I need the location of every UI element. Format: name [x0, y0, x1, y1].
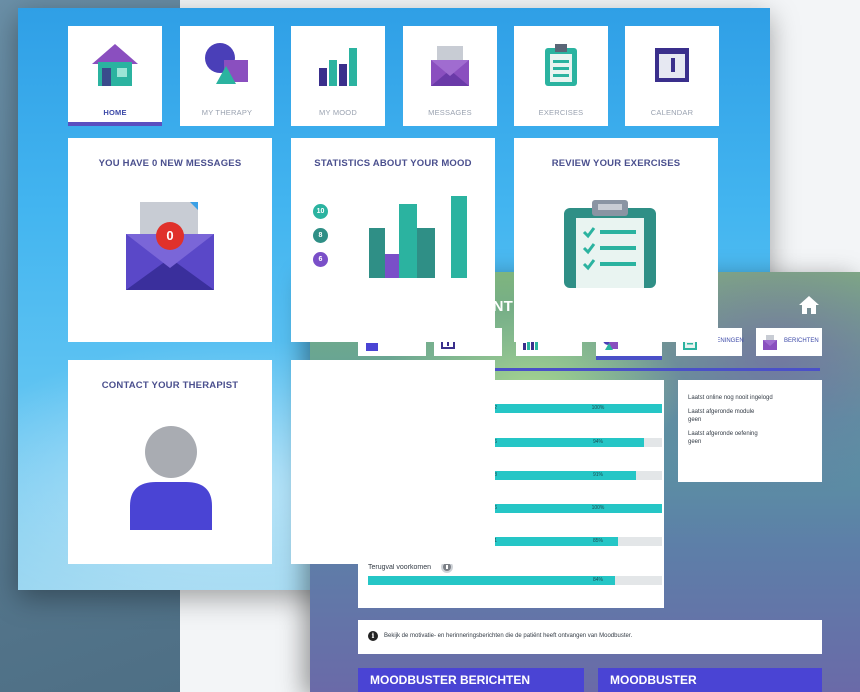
last-exercise-value: geen [688, 439, 702, 445]
hidden-card[interactable] [291, 360, 495, 564]
nav-my-mood[interactable]: MY MOOD [291, 26, 385, 126]
last-online-text: Laatst online nog nooit ingelogd [688, 395, 773, 401]
messages-card-title: YOU HAVE 0 NEW MESSAGES [98, 158, 242, 169]
info-strip: i Bekijk de motivatie- en herinneringsbe… [358, 620, 822, 654]
tab-berichten-label: BERICHTEN [784, 338, 819, 344]
home-icon[interactable] [798, 295, 820, 315]
nav-home[interactable]: HOME [68, 26, 162, 126]
info-icon: i [368, 631, 378, 641]
mood-bar [369, 228, 385, 278]
person-icon [130, 426, 212, 530]
exercises-card[interactable]: REVIEW YOUR EXERCISES [514, 138, 718, 342]
messages-card[interactable]: YOU HAVE 0 NEW MESSAGES 0 [68, 138, 272, 342]
calendar-icon [655, 48, 689, 82]
patient-status-card: Laatst online nog nooit ingelogd Laatst … [678, 380, 822, 482]
mood-scale-8: 8 [313, 228, 328, 243]
module-name: Terugval voorkomen [368, 564, 432, 571]
module-percent: 100% [591, 505, 605, 511]
contact-therapist-card[interactable]: CONTACT YOUR THERAPIST [68, 360, 272, 564]
nav-messages-label: MESSAGES [428, 108, 472, 117]
last-exercise-label: Laatst afgeronde oefening [688, 431, 758, 437]
moodbuster-header[interactable]: MOODBUSTER [598, 668, 822, 692]
clipboard-icon [564, 200, 656, 288]
nav-home-label: HOME [103, 108, 127, 117]
mood-bar [399, 204, 417, 278]
mood-chart-icon [319, 48, 357, 86]
module-percent: 94% [592, 439, 603, 445]
exercises-card-title: REVIEW YOUR EXERCISES [551, 158, 681, 169]
nav-exercises[interactable]: EXERCISES [514, 26, 608, 126]
house-icon [92, 44, 138, 86]
envelope-icon [431, 46, 469, 86]
nav-my-mood-label: MY MOOD [319, 108, 357, 117]
nav-calendar-label: CALENDAR [650, 108, 694, 117]
mood-stats-card[interactable]: STATISTICS ABOUT YOUR MOOD 10 8 6 [291, 138, 495, 342]
contact-card-title: CONTACT YOUR THERAPIST [101, 380, 239, 391]
module-percent: 84% [592, 577, 603, 583]
mood-scale-6: 6 [313, 252, 328, 267]
mood-card-title: STATISTICS ABOUT YOUR MOOD [314, 158, 472, 169]
nav-exercises-label: EXERCISES [538, 108, 584, 117]
mood-scale-10: 10 [313, 204, 328, 219]
mood-bar [417, 228, 435, 278]
tab-berichten[interactable]: BERICHTEN [756, 328, 822, 356]
info-text: Bekijk de motivatie- en herinneringsberi… [384, 633, 633, 639]
envelope-icon [126, 202, 214, 290]
last-module-value: geen [688, 417, 702, 423]
moodbuster-berichten-header[interactable]: MOODBUSTER BERICHTEN [358, 668, 584, 692]
module-percent: 91% [592, 472, 603, 478]
nav-messages[interactable]: MESSAGES [403, 26, 497, 126]
envelope-icon [763, 335, 777, 350]
therapy-shapes-icon [205, 43, 248, 84]
module-percent: 100% [591, 405, 605, 411]
mood-bar [451, 196, 467, 278]
clipboard-icon [545, 44, 577, 86]
last-module-label: Laatst afgeronde module [688, 409, 755, 415]
nav-calendar[interactable]: CALENDAR [625, 26, 719, 126]
nav-my-therapy[interactable]: MY THERAPY [180, 26, 274, 126]
nav-my-therapy-label: MY THERAPY [201, 108, 253, 117]
new-messages-badge: 0 [166, 228, 174, 243]
mood-bar [385, 254, 399, 278]
module-percent: 85% [592, 538, 603, 544]
module-progress-bar: 84% [368, 576, 662, 585]
